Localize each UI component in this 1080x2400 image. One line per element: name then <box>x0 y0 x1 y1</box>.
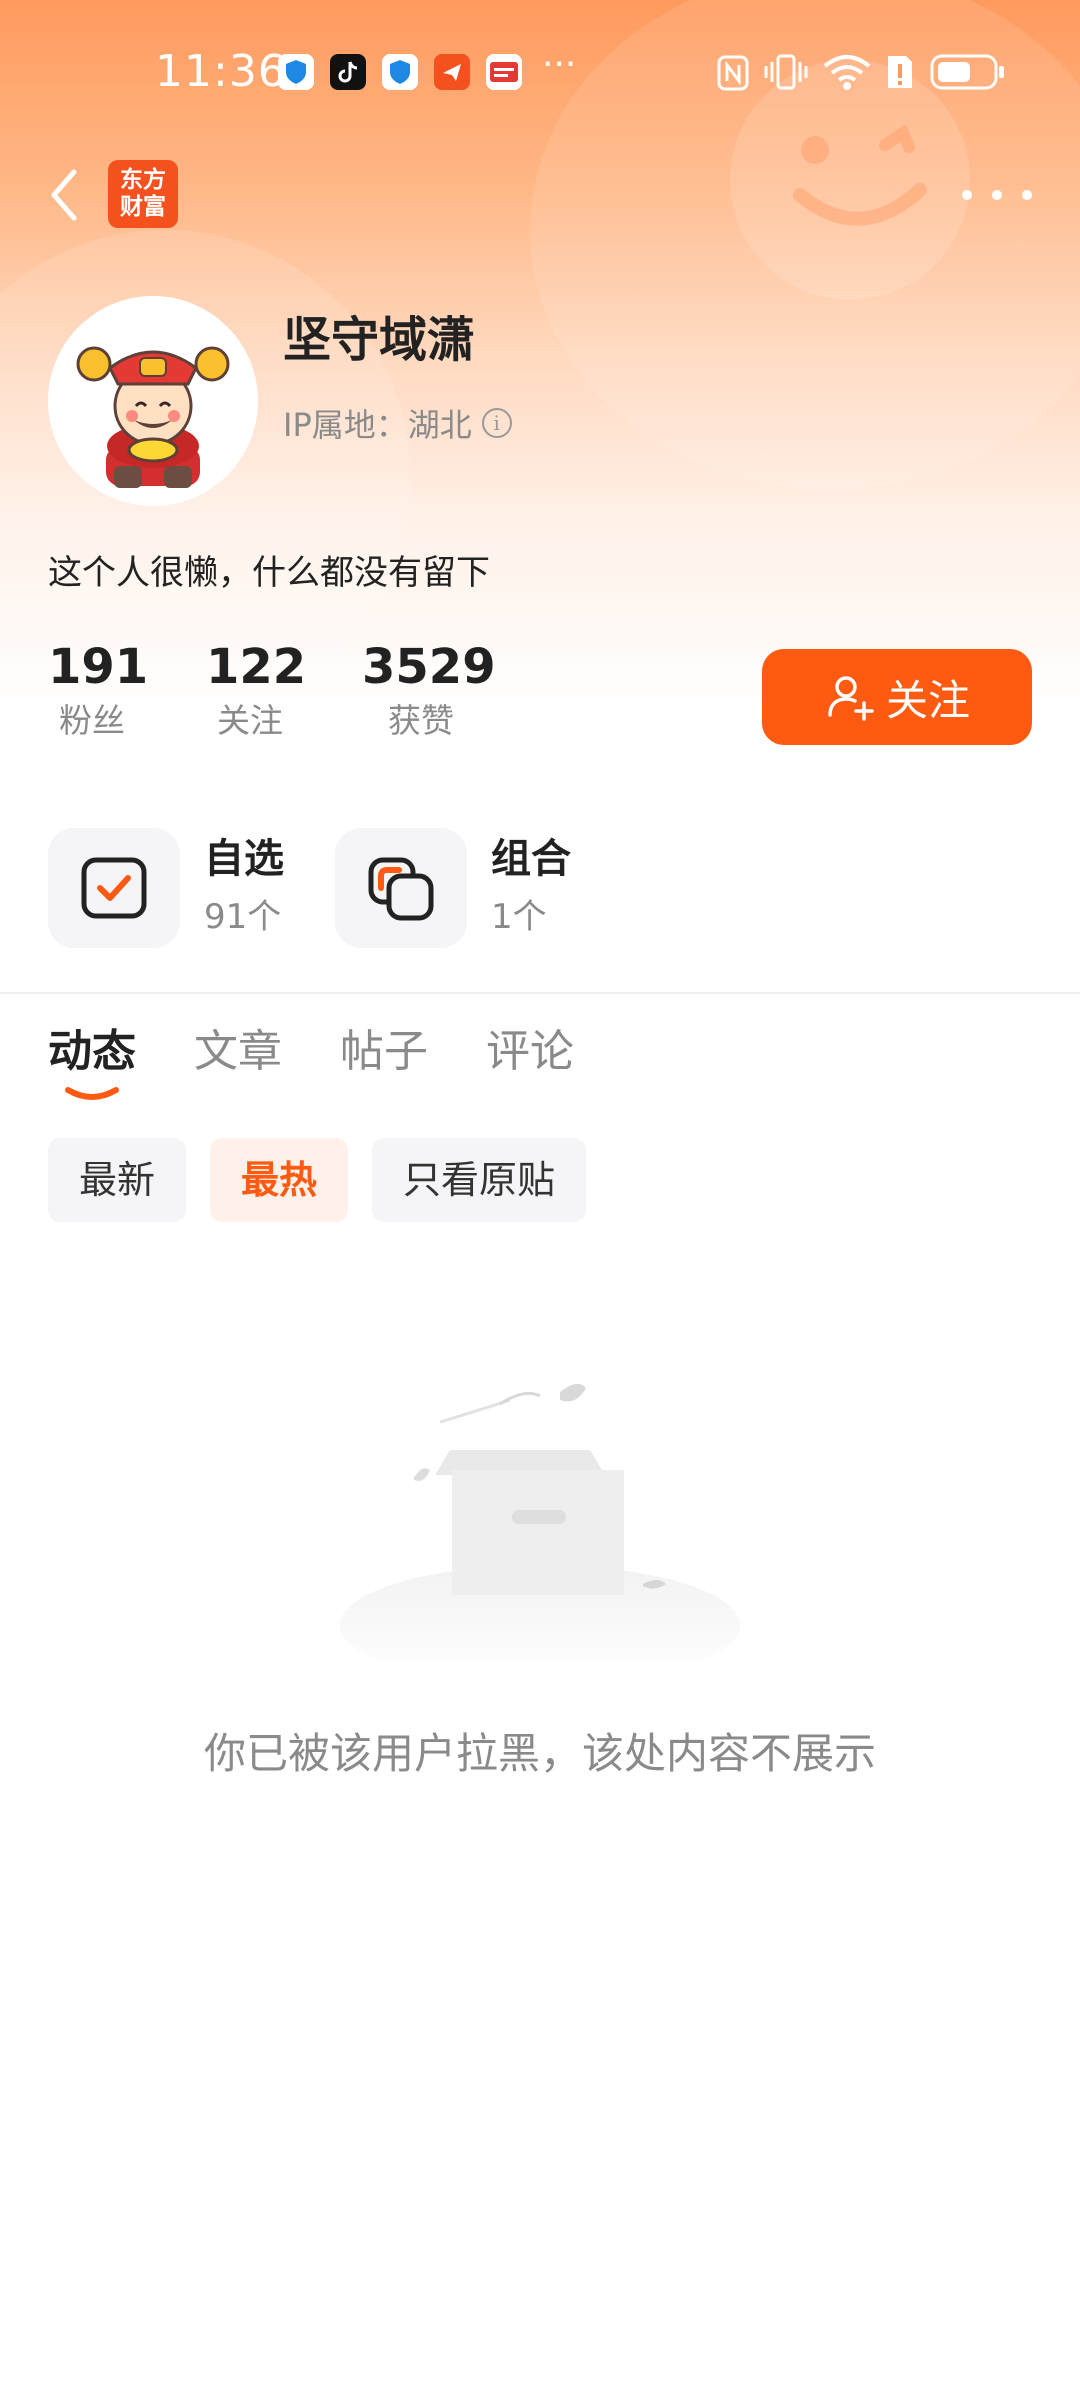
stat-value: 122 <box>206 639 307 695</box>
portfolio-link[interactable]: 组合 1个 <box>335 828 571 948</box>
filter-hottest[interactable]: 最热 <box>210 1138 349 1222</box>
tab-dynamics[interactable]: 动态 <box>48 1020 136 1084</box>
more-options-button[interactable] <box>962 180 1032 210</box>
follow-button-label: 关注 <box>885 675 970 725</box>
stat-label: 关注 <box>217 701 283 740</box>
stat-followers[interactable]: 191 粉丝 <box>48 636 149 744</box>
portfolio-icon-box <box>335 828 467 948</box>
tab-posts[interactable]: 帖子 <box>340 1020 428 1084</box>
filter-original-only[interactable]: 只看原贴 <box>372 1138 587 1222</box>
stat-value: 191 <box>48 639 149 695</box>
send-app-icon <box>434 54 470 90</box>
dot-icon <box>1022 190 1032 200</box>
profile-bio: 这个人很懒，什么都没有留下 <box>48 553 490 593</box>
ip-location-row: IP属地：湖北 i <box>283 400 512 446</box>
filter-chips: 最新 最热 只看原贴 <box>48 1138 587 1222</box>
status-bar: 11:36 ··· <box>0 0 1080 140</box>
shield-app-icon <box>382 54 418 90</box>
status-time: 11:36 <box>155 46 287 97</box>
dot-icon <box>962 190 972 200</box>
section-divider <box>0 992 1080 994</box>
portfolio-icon <box>368 857 434 921</box>
profile-stats: 191 粉丝 122 关注 3529 获赞 <box>48 636 496 744</box>
portfolio-title: 组合 <box>491 836 571 882</box>
empty-state-message: 你已被该用户拉黑，该处内容不展示 <box>203 1729 876 1778</box>
wifi-icon <box>823 55 871 90</box>
dot-icon <box>992 190 1002 200</box>
nfc-icon <box>717 55 749 91</box>
profile-username: 坚守域潇 <box>283 312 476 368</box>
info-icon[interactable]: i <box>481 408 512 438</box>
stat-label: 获赞 <box>388 701 454 740</box>
sim-alert-icon <box>888 56 912 88</box>
fortune-god-avatar-icon <box>76 346 230 488</box>
tiktok-app-icon <box>330 54 366 90</box>
watchlist-count: 91个 <box>204 897 282 937</box>
filter-latest[interactable]: 最新 <box>48 1138 187 1222</box>
content-tabs: 动态 文章 帖子 评论 <box>48 1020 574 1084</box>
follow-button[interactable]: 关注 <box>762 649 1032 745</box>
battery-icon <box>930 54 1004 90</box>
more-notifications-icon: ··· <box>542 44 577 85</box>
portfolio-count: 1个 <box>491 897 547 937</box>
stat-following[interactable]: 122 关注 <box>206 636 307 744</box>
avatar[interactable] <box>48 296 258 506</box>
ip-location-text: IP属地：湖北 <box>283 406 472 444</box>
checkbox-icon <box>81 857 147 919</box>
empty-box-illustration <box>340 1383 740 1660</box>
stat-likes[interactable]: 3529 获赞 <box>362 636 496 744</box>
watchlist-icon-box <box>48 828 180 948</box>
app-logo: 东方 财富 <box>108 160 178 228</box>
toutiao-app-icon <box>486 54 522 90</box>
tab-comments[interactable]: 评论 <box>486 1020 574 1084</box>
back-button[interactable] <box>40 160 90 230</box>
tab-articles[interactable]: 文章 <box>194 1020 282 1084</box>
logo-text-line2: 财富 <box>120 194 166 220</box>
stat-label: 粉丝 <box>59 701 125 740</box>
vibrate-icon <box>764 54 808 90</box>
add-user-icon <box>828 676 874 721</box>
logo-text-line1: 东方 <box>120 167 166 193</box>
watchlist-title: 自选 <box>204 836 284 882</box>
active-tab-indicator <box>65 1087 119 1100</box>
stat-value: 3529 <box>362 639 496 695</box>
shield-app-icon <box>278 54 314 90</box>
watchlist-link[interactable]: 自选 91个 <box>48 828 284 948</box>
